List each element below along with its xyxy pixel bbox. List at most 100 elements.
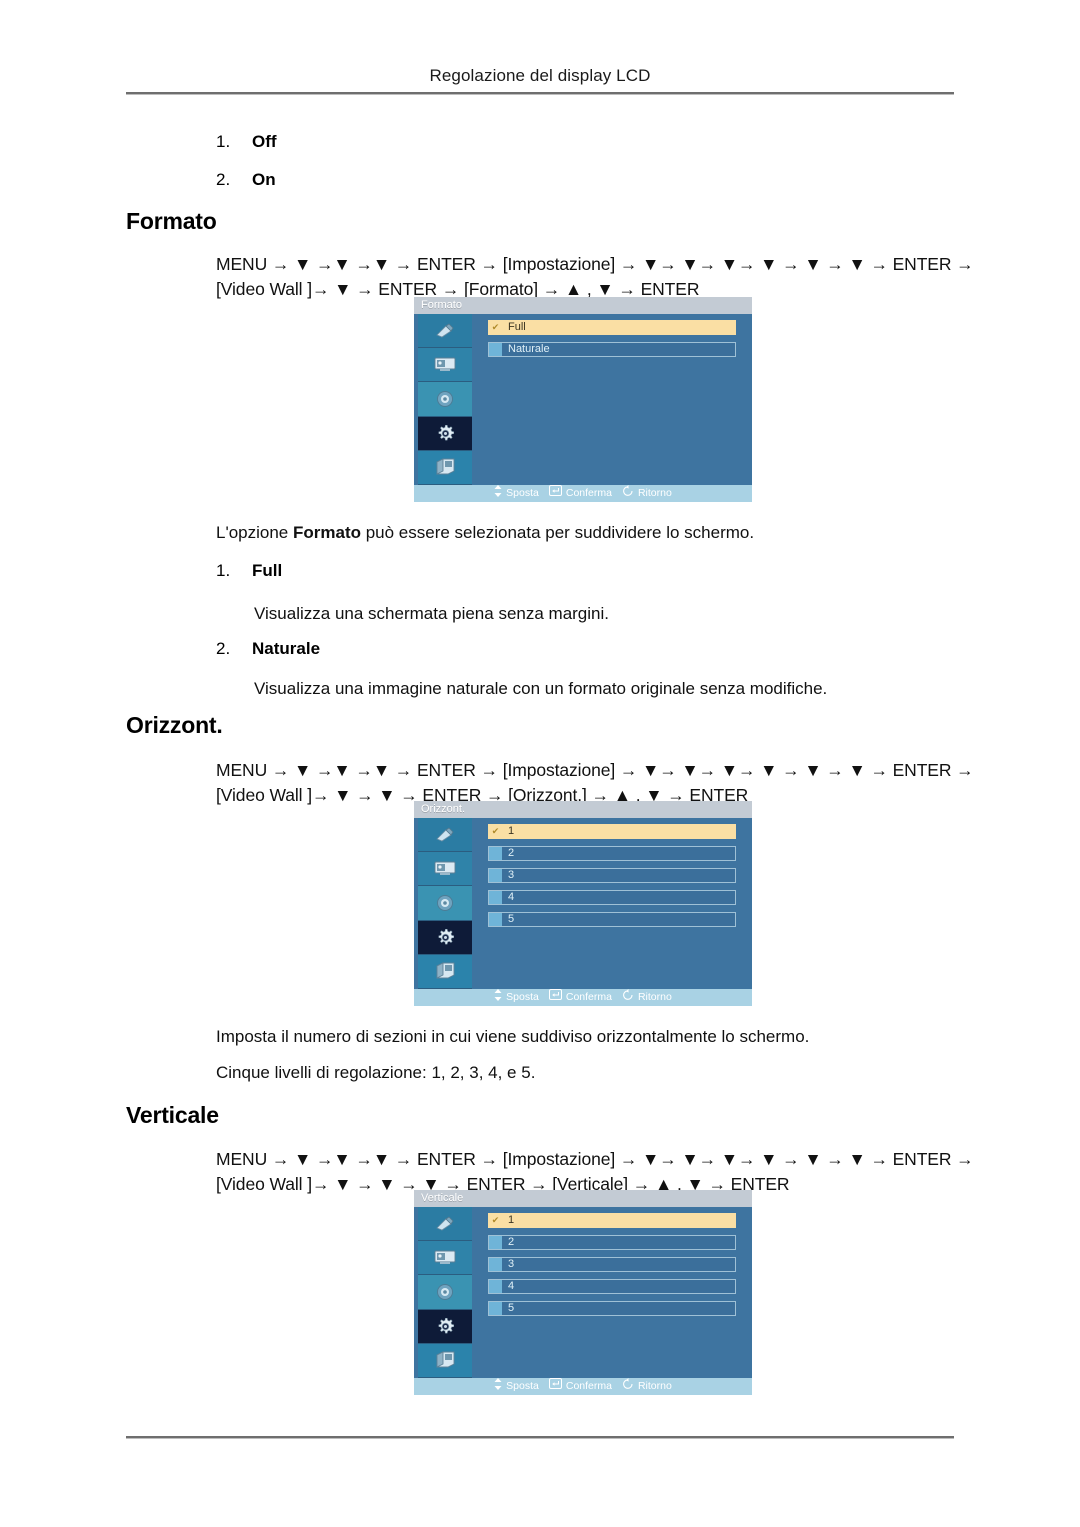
osd-item-row[interactable]: 3 xyxy=(488,1257,736,1272)
sound-icon[interactable] xyxy=(418,886,472,921)
sound-icon[interactable] xyxy=(418,382,472,417)
osd-item-label: 2 xyxy=(508,847,515,859)
osd-bullet-chip xyxy=(489,847,502,860)
osd-item-list: ✔ Full Naturale xyxy=(488,320,736,364)
display-icon[interactable] xyxy=(418,348,472,383)
osd-footer-return: Ritorno xyxy=(622,988,672,1007)
footer-divider xyxy=(126,1436,954,1439)
osd-item-list: ✔ 1 2 3 4 5 xyxy=(488,1213,736,1323)
list-item-number: 2. xyxy=(216,170,231,189)
osd-item-row[interactable]: 4 xyxy=(488,1279,736,1294)
menu-path-line-2: [Video Wall ]→ ▼ → ENTER → [Formato] → ▲… xyxy=(216,279,700,299)
list-item-label: Full xyxy=(252,561,283,580)
return-arrow-icon xyxy=(622,484,634,503)
osd-item-row[interactable]: ✔ Full xyxy=(488,320,736,335)
osd-panel-orizzont: Orizzont. ✔ 1 2 3 4 5 Sposta Conferma Ri… xyxy=(414,801,752,1006)
list-item: 2. Naturale xyxy=(216,639,320,659)
osd-footer-move: Sposta xyxy=(494,484,539,503)
up-down-arrow-icon xyxy=(494,484,502,503)
osd-item-label: 5 xyxy=(508,1302,515,1314)
osd-item-label: 5 xyxy=(508,913,515,925)
menu-path-line-1: MENU → ▼ →▼ →▼ → ENTER → [Impostazione] … xyxy=(216,1149,974,1169)
osd-bullet-chip xyxy=(489,891,502,904)
picture-icon[interactable] xyxy=(418,314,472,349)
enter-key-icon xyxy=(548,485,562,502)
list-item: 1. Off xyxy=(216,132,277,152)
list-item-number: 1. xyxy=(216,561,231,580)
osd-bullet-chip xyxy=(489,913,502,926)
paragraph-orizzont-desc: Imposta il numero di sezioni in cui vien… xyxy=(216,1025,996,1049)
list-item-number: 1. xyxy=(216,132,231,151)
osd-item-row[interactable]: ✔ 1 xyxy=(488,824,736,839)
setup-gear-icon[interactable] xyxy=(418,920,472,955)
osd-body: ✔ 1 2 3 4 5 xyxy=(414,818,752,989)
display-icon[interactable] xyxy=(418,852,472,887)
osd-item-row[interactable]: 3 xyxy=(488,868,736,883)
osd-body: ✔ 1 2 3 4 5 xyxy=(414,1207,752,1378)
paragraph-bold-term: Formato xyxy=(292,523,361,542)
osd-footer-move: Sposta xyxy=(494,988,539,1007)
osd-sidebar xyxy=(418,1207,472,1378)
osd-footer-confirm-label: Conferma xyxy=(565,487,612,499)
list-item: 2. On xyxy=(216,170,276,190)
osd-bullet-chip xyxy=(489,1302,502,1315)
setup-gear-icon[interactable] xyxy=(418,1309,472,1344)
osd-footer-confirm: Conferma xyxy=(548,989,612,1006)
paragraph-text: Imposta il numero di sezioni in cui vien… xyxy=(216,1027,810,1046)
osd-item-label: Naturale xyxy=(508,343,550,355)
osd-bullet-chip xyxy=(489,1280,502,1293)
osd-item-label: 1 xyxy=(508,825,515,837)
osd-panel-formato: Formato ✔ Full Naturale Sposta Conferma … xyxy=(414,297,752,502)
osd-footer-confirm-label: Conferma xyxy=(565,1380,612,1392)
paragraph-orizzont-levels: Cinque livelli di regolazione: 1, 2, 3, … xyxy=(216,1061,996,1085)
return-arrow-icon xyxy=(622,988,634,1007)
osd-footer-return-label: Ritorno xyxy=(637,487,672,499)
osd-title: Formato xyxy=(414,297,752,314)
paragraph-formato-intro: L'opzione Formato può essere selezionata… xyxy=(216,521,996,545)
paragraph-naturale-desc: Visualizza una immagine naturale con un … xyxy=(254,677,1034,701)
osd-title: Verticale xyxy=(414,1190,752,1207)
osd-check-icon: ✔ xyxy=(489,321,502,334)
setup-gear-icon[interactable] xyxy=(418,416,472,451)
osd-body: ✔ Full Naturale xyxy=(414,314,752,485)
osd-sidebar xyxy=(418,314,472,485)
osd-item-row[interactable]: 4 xyxy=(488,890,736,905)
section-heading-formato: Formato xyxy=(126,208,217,234)
up-down-arrow-icon xyxy=(494,1377,502,1396)
osd-footer-move-label: Sposta xyxy=(506,1380,539,1392)
page-header-title: Regolazione del display LCD xyxy=(429,66,651,85)
osd-item-row[interactable]: Naturale xyxy=(488,342,736,357)
multi-control-icon[interactable] xyxy=(418,450,472,485)
section-heading-orizzont: Orizzont. xyxy=(126,712,223,738)
paragraph-full-desc: Visualizza una schermata piena senza mar… xyxy=(254,602,1034,626)
list-item-label: On xyxy=(252,170,276,189)
picture-icon[interactable] xyxy=(418,1207,472,1242)
osd-footer-return-label: Ritorno xyxy=(637,1380,672,1392)
display-icon[interactable] xyxy=(418,1241,472,1276)
osd-sidebar xyxy=(418,818,472,989)
osd-item-label: Full xyxy=(508,321,526,333)
osd-footer: Sposta Conferma Ritorno xyxy=(414,1377,752,1396)
osd-item-row[interactable]: ✔ 1 xyxy=(488,1213,736,1228)
osd-item-label: 3 xyxy=(508,869,515,881)
osd-bullet-chip xyxy=(489,1236,502,1249)
multi-control-icon[interactable] xyxy=(418,1343,472,1378)
multi-control-icon[interactable] xyxy=(418,954,472,989)
osd-footer-confirm: Conferma xyxy=(548,485,612,502)
sound-icon[interactable] xyxy=(418,1275,472,1310)
enter-key-icon xyxy=(548,1378,562,1395)
list-item-label: Off xyxy=(252,132,277,151)
osd-item-row[interactable]: 5 xyxy=(488,1301,736,1316)
osd-item-label: 2 xyxy=(508,1236,515,1248)
osd-item-row[interactable]: 5 xyxy=(488,912,736,927)
osd-footer-return: Ritorno xyxy=(622,484,672,503)
picture-icon[interactable] xyxy=(418,818,472,853)
paragraph-text: Visualizza una immagine naturale con un … xyxy=(254,679,828,698)
osd-title: Orizzont. xyxy=(414,801,752,818)
osd-item-row[interactable]: 2 xyxy=(488,846,736,861)
osd-footer-return-label: Ritorno xyxy=(637,991,672,1003)
osd-item-row[interactable]: 2 xyxy=(488,1235,736,1250)
osd-item-label: 3 xyxy=(508,1258,515,1270)
return-arrow-icon xyxy=(622,1377,634,1396)
paragraph-text: Cinque livelli di regolazione: 1, 2, 3, … xyxy=(216,1063,536,1082)
